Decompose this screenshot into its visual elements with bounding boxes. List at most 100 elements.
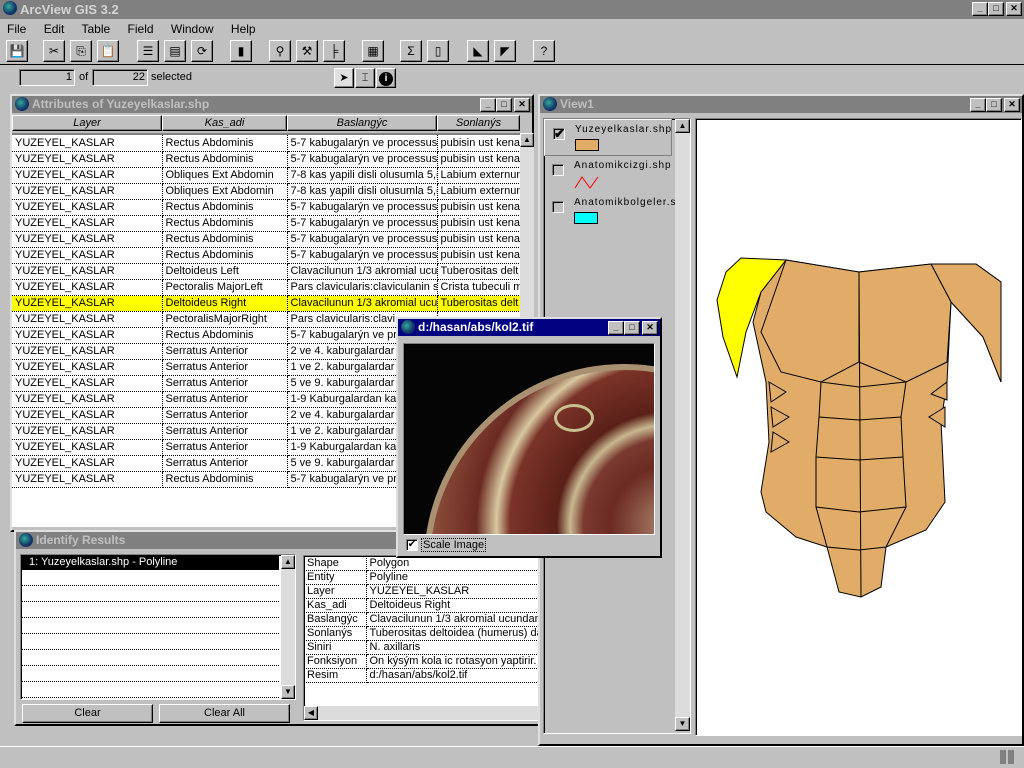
close-button[interactable]: ✕: [642, 321, 658, 335]
theme-entry[interactable]: ✔ Yuzeyelkaslar.shp: [544, 119, 672, 156]
arcview-logo-icon: [3, 1, 17, 15]
refresh-button[interactable]: ⟳: [191, 40, 213, 62]
cut-button[interactable]: ✂: [43, 40, 65, 62]
results-scrollbar[interactable]: ▲ ▼: [281, 555, 295, 699]
table-row[interactable]: YUZEYEL_KASLAR Obliques Ext Abdomin 7-8 ka…: [12, 167, 520, 184]
sort-ascending-button[interactable]: ◣: [467, 40, 489, 62]
save-button[interactable]: 💾: [6, 40, 28, 62]
scroll-down-button[interactable]: ▼: [675, 717, 690, 731]
table-row[interactable]: YUZEYEL_KASLAR Rectus Abdominis 5-7 kabuga…: [12, 199, 520, 216]
close-button[interactable]: ✕: [514, 98, 530, 112]
table-row[interactable]: YUZEYEL_KASLAR Deltoideus Left Clavacilunu…: [12, 263, 520, 280]
table-cell: pubisin ust kena: [437, 231, 520, 248]
table-row[interactable]: YUZEYEL_KASLAR Obliques Ext Abdomin 7-8 ka…: [12, 183, 520, 200]
theme-entry[interactable]: Anatomikbolgeler.s: [544, 193, 676, 230]
maximize-button[interactable]: □: [988, 2, 1004, 16]
menu-bar: File Edit Table Field Window Help: [7, 22, 270, 36]
menu-table[interactable]: Table: [82, 22, 111, 36]
scroll-up-button[interactable]: ▲: [675, 119, 690, 133]
selected-label: selected: [151, 71, 192, 83]
theme-fill-symbol: [574, 212, 598, 224]
table-cell: YUZEYEL_KASLAR: [12, 423, 163, 440]
table-row[interactable]: YUZEYEL_KASLAR Deltoideus Right Clavacilun…: [12, 295, 520, 312]
select-all-button[interactable]: ▤: [164, 40, 186, 62]
theme-visibility-checkbox[interactable]: ✔: [553, 127, 565, 140]
scroll-up-button[interactable]: ▲: [520, 133, 534, 147]
minimize-button[interactable]: _: [480, 98, 496, 112]
menu-window[interactable]: Window: [171, 22, 214, 36]
sort-button[interactable]: ╞: [323, 40, 345, 62]
menu-field[interactable]: Field: [128, 22, 154, 36]
sort-descending-button[interactable]: ◤: [494, 40, 516, 62]
identify-results-list[interactable]: 1: Yuzeyelkaslar.shp - Polyline ▲ ▼: [20, 554, 296, 700]
chart-button[interactable]: ▮: [230, 40, 252, 62]
theme-entry[interactable]: Anatomikcizgi.shp: [544, 156, 672, 193]
minimize-button[interactable]: _: [970, 98, 986, 112]
table-cell: YUZEYEL_KASLAR: [12, 391, 163, 408]
save-icon: 💾: [9, 44, 25, 58]
close-button[interactable]: ✕: [1004, 98, 1020, 112]
table-row[interactable]: YUZEYEL_KASLAR Rectus Abdominis 5-7 kabuga…: [12, 151, 520, 168]
attributes-title-bar[interactable]: Attributes of Yuzeyelkaslar.shp _ □ ✕: [12, 96, 532, 113]
table-cell: Obliques Ext Abdomin: [162, 183, 288, 200]
view-title-bar[interactable]: View1 _ □ ✕: [540, 96, 1022, 113]
table-row[interactable]: YUZEYEL_KASLAR Pectoralis MajorLeft Pars c…: [12, 279, 520, 296]
find-button[interactable]: ⚲: [269, 40, 291, 62]
attributes-title: Attributes of Yuzeyelkaslar.shp: [32, 97, 210, 111]
minimize-button[interactable]: _: [608, 321, 624, 335]
copy-button[interactable]: ⎘: [70, 40, 92, 62]
identify-tool[interactable]: i: [376, 68, 396, 88]
table-cell: YUZEYEL_KASLAR: [12, 135, 163, 152]
field-name: Sonlanýs: [304, 626, 367, 641]
maximize-button[interactable]: □: [496, 98, 512, 112]
column-header[interactable]: Layer: [12, 115, 162, 131]
theme-visibility-checkbox[interactable]: [552, 201, 564, 213]
help-button[interactable]: ?: [533, 40, 555, 62]
view-title: View1: [560, 97, 594, 111]
table-cell: Serratus Anterior: [162, 423, 288, 440]
toc-scrollbar[interactable]: ▲ ▼: [675, 119, 690, 731]
menu-file[interactable]: File: [7, 22, 26, 36]
identify-result-item[interactable]: 1: Yuzeyelkaslar.shp - Polyline: [21, 555, 279, 570]
menu-edit[interactable]: Edit: [44, 22, 65, 36]
paste-button[interactable]: 📋: [97, 40, 119, 62]
maximize-button[interactable]: □: [986, 98, 1002, 112]
join-button[interactable]: ▦: [362, 40, 384, 62]
serratus-left[interactable]: [768, 381, 790, 453]
column-header[interactable]: Kas_adi: [162, 115, 287, 131]
vertex-edit-tool[interactable]: ⌶: [355, 68, 375, 88]
clear-all-button[interactable]: Clear All: [159, 704, 290, 723]
scale-image-checkbox[interactable]: ✔ Scale Image: [406, 538, 487, 552]
table-row[interactable]: YUZEYEL_KASLAR Rectus Abdominis 5-7 kabuga…: [12, 231, 520, 248]
find-icon: ⚲: [275, 44, 285, 58]
maximize-button[interactable]: □: [624, 321, 640, 335]
clear-button[interactable]: Clear: [22, 704, 153, 723]
calculate-button[interactable]: ▯: [427, 40, 449, 62]
table-cell: Rectus Abdominis: [162, 247, 288, 264]
menu-help[interactable]: Help: [231, 22, 256, 36]
query-button[interactable]: ⚒: [296, 40, 318, 62]
table-cell: Rectus Abdominis: [162, 231, 288, 248]
paste-icon: 📋: [100, 44, 116, 58]
scroll-down-button[interactable]: ▼: [281, 685, 295, 699]
table-row[interactable]: YUZEYEL_KASLAR Rectus Abdominis 5-7 kabuga…: [12, 135, 520, 152]
image-title-bar[interactable]: d:/hasan/abs/kol2.tif _ □ ✕: [398, 319, 660, 336]
table-cell: YUZEYEL_KASLAR: [12, 183, 163, 200]
checkbox[interactable]: ✔: [406, 539, 418, 551]
pointer-tool[interactable]: ➤: [334, 68, 354, 88]
table-cell: Rectus Abdominis: [162, 199, 288, 216]
table-row[interactable]: YUZEYEL_KASLAR Rectus Abdominis 5-7 kabuga…: [12, 247, 520, 264]
map-display[interactable]: [695, 118, 1022, 736]
table-row[interactable]: YUZEYEL_KASLAR Rectus Abdominis 5-7 kabuga…: [12, 215, 520, 232]
body-map[interactable]: [696, 119, 1021, 735]
theme-visibility-checkbox[interactable]: [552, 164, 564, 176]
table-properties-button[interactable]: ☰: [137, 40, 159, 62]
column-header[interactable]: Sonlanýs: [437, 115, 520, 131]
scroll-up-button[interactable]: ▲: [281, 555, 295, 569]
scroll-left-button[interactable]: ◀: [304, 706, 318, 720]
close-button[interactable]: ✕: [1006, 2, 1022, 16]
column-header[interactable]: Baslangýc: [287, 115, 437, 131]
minimize-button[interactable]: _: [972, 2, 988, 16]
summarize-button[interactable]: Σ: [400, 40, 422, 62]
right-pectoral-polygon[interactable]: [858, 263, 952, 383]
